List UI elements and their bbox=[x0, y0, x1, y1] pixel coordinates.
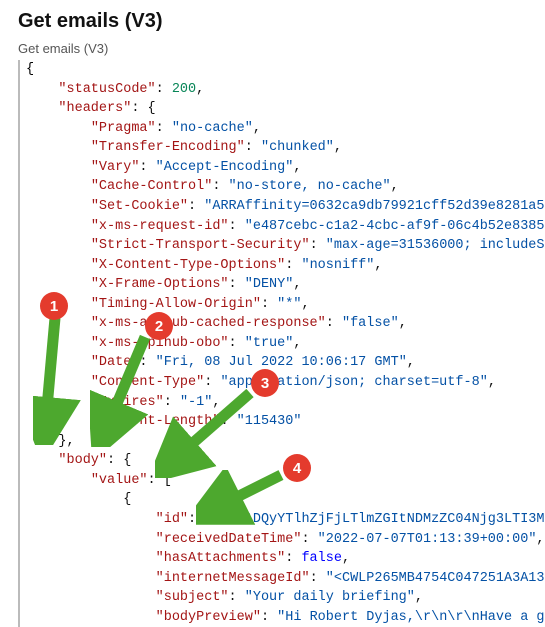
callout-badge-3: 3 bbox=[251, 369, 279, 397]
callout-badge-2: 2 bbox=[145, 312, 173, 340]
subtitle: Get emails (V3) bbox=[18, 41, 545, 56]
page-title: Get emails (V3) bbox=[18, 10, 545, 33]
callout-arrow-4 bbox=[196, 470, 296, 525]
callout-arrow-3 bbox=[155, 388, 265, 478]
callout-badge-1: 1 bbox=[40, 292, 68, 320]
callout-arrow-1 bbox=[33, 310, 83, 445]
callout-badge-4: 4 bbox=[283, 454, 311, 482]
